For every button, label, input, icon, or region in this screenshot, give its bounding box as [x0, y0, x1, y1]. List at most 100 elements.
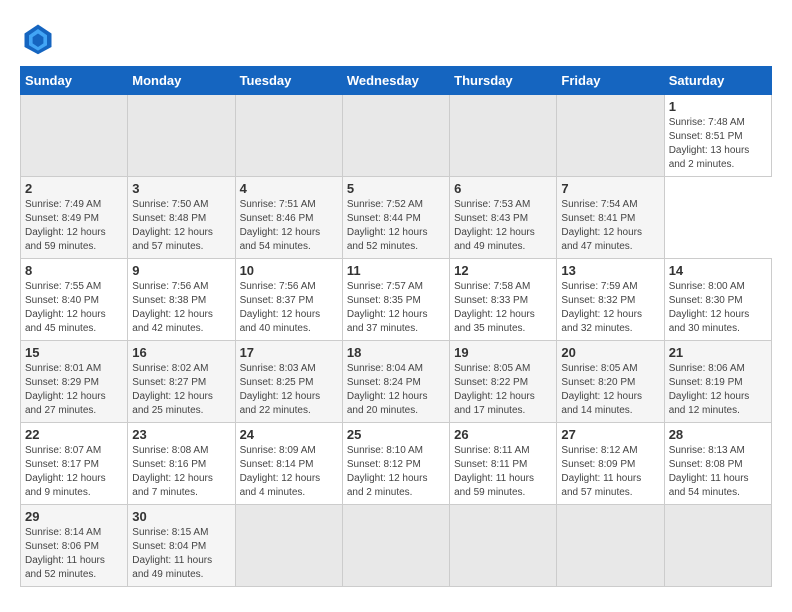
calendar-week-row: 22Sunrise: 8:07 AMSunset: 8:17 PMDayligh… [21, 423, 772, 505]
calendar-cell: 24 Sunrise: 8:09 AMSunset: 8:14 PMDayligh… [235, 423, 342, 505]
day-number: 26 [454, 427, 552, 442]
day-info: Sunrise: 7:58 AMSunset: 8:33 PMDaylight:… [454, 280, 552, 336]
header-day-saturday: Saturday [664, 67, 771, 95]
day-info: Sunrise: 8:00 AMSunset: 8:30 PMDaylight:… [669, 280, 767, 336]
calendar-cell [21, 95, 128, 177]
logo-icon [20, 20, 56, 56]
day-number: 15 [25, 345, 123, 360]
calendar-cell [342, 505, 449, 587]
calendar-week-row: 15 Sunrise: 8:01 AMSunset: 8:29 PMDayligh… [21, 341, 772, 423]
day-number: 30 [132, 509, 230, 524]
day-info: Sunrise: 8:05 AMSunset: 8:20 PMDaylight:… [561, 362, 659, 418]
day-info: Sunrise: 7:53 AMSunset: 8:43 PMDaylight:… [454, 198, 552, 254]
day-info: Sunrise: 8:12 AMSunset: 8:09 PMDaylight:… [561, 444, 659, 500]
day-number: 21 [669, 345, 767, 360]
calendar-cell: 9Sunrise: 7:56 AMSunset: 8:38 PMDaylight… [128, 259, 235, 341]
day-number: 1 [669, 99, 767, 114]
day-info: Sunrise: 8:05 AMSunset: 8:22 PMDaylight:… [454, 362, 552, 418]
day-info: Sunrise: 7:54 AMSunset: 8:41 PMDaylight:… [561, 198, 659, 254]
calendar-cell: 27Sunrise: 8:12 AMSunset: 8:09 PMDayligh… [557, 423, 664, 505]
calendar-cell [557, 95, 664, 177]
calendar-cell: 23 Sunrise: 8:08 AMSunset: 8:16 PMDayligh… [128, 423, 235, 505]
day-info: Sunrise: 8:14 AMSunset: 8:06 PMDaylight:… [25, 526, 123, 582]
day-info: Sunrise: 7:59 AMSunset: 8:32 PMDaylight:… [561, 280, 659, 336]
day-number: 14 [669, 263, 767, 278]
day-number: 8 [25, 263, 123, 278]
calendar-cell: 5 Sunrise: 7:52 AMSunset: 8:44 PMDaylight… [342, 177, 449, 259]
calendar-cell: 28Sunrise: 8:13 AMSunset: 8:08 PMDayligh… [664, 423, 771, 505]
day-info: Sunrise: 8:04 AMSunset: 8:24 PMDaylight:… [347, 362, 445, 418]
calendar-cell: 4 Sunrise: 7:51 AMSunset: 8:46 PMDaylight… [235, 177, 342, 259]
day-number: 20 [561, 345, 659, 360]
calendar-cell [235, 95, 342, 177]
calendar-cell [128, 95, 235, 177]
day-number: 28 [669, 427, 767, 442]
day-number: 3 [132, 181, 230, 196]
day-info: Sunrise: 7:50 AMSunset: 8:48 PMDaylight:… [132, 198, 230, 254]
calendar-cell: 25 Sunrise: 8:10 AMSunset: 8:12 PMDayligh… [342, 423, 449, 505]
day-info: Sunrise: 7:48 AMSunset: 8:51 PMDaylight:… [669, 116, 767, 172]
calendar-cell: 19Sunrise: 8:05 AMSunset: 8:22 PMDayligh… [450, 341, 557, 423]
calendar-cell: 8 Sunrise: 7:55 AMSunset: 8:40 PMDaylight… [21, 259, 128, 341]
day-info: Sunrise: 8:03 AMSunset: 8:25 PMDaylight:… [240, 362, 338, 418]
day-number: 2 [25, 181, 123, 196]
calendar-cell: 1 Sunrise: 7:48 AMSunset: 8:51 PMDaylight… [664, 95, 771, 177]
day-number: 7 [561, 181, 659, 196]
calendar-body: 1 Sunrise: 7:48 AMSunset: 8:51 PMDaylight… [21, 95, 772, 587]
day-number: 5 [347, 181, 445, 196]
day-number: 13 [561, 263, 659, 278]
day-number: 4 [240, 181, 338, 196]
day-info: Sunrise: 7:57 AMSunset: 8:35 PMDaylight:… [347, 280, 445, 336]
calendar-cell [557, 505, 664, 587]
calendar-week-row: 2Sunrise: 7:49 AMSunset: 8:49 PMDaylight… [21, 177, 772, 259]
day-info: Sunrise: 8:07 AMSunset: 8:17 PMDaylight:… [25, 444, 123, 500]
day-number: 11 [347, 263, 445, 278]
calendar-cell: 14 Sunrise: 8:00 AMSunset: 8:30 PMDayligh… [664, 259, 771, 341]
day-info: Sunrise: 8:02 AMSunset: 8:27 PMDaylight:… [132, 362, 230, 418]
day-info: Sunrise: 8:15 AMSunset: 8:04 PMDaylight:… [132, 526, 230, 582]
day-number: 23 [132, 427, 230, 442]
calendar-cell: 11 Sunrise: 7:57 AMSunset: 8:35 PMDayligh… [342, 259, 449, 341]
day-number: 10 [240, 263, 338, 278]
calendar-cell: 15 Sunrise: 8:01 AMSunset: 8:29 PMDayligh… [21, 341, 128, 423]
calendar-cell [235, 505, 342, 587]
calendar-cell [664, 505, 771, 587]
header-day-wednesday: Wednesday [342, 67, 449, 95]
calendar-cell: 29 Sunrise: 8:14 AMSunset: 8:06 PMDayligh… [21, 505, 128, 587]
day-number: 25 [347, 427, 445, 442]
day-number: 29 [25, 509, 123, 524]
day-info: Sunrise: 7:55 AMSunset: 8:40 PMDaylight:… [25, 280, 123, 336]
day-info: Sunrise: 8:11 AMSunset: 8:11 PMDaylight:… [454, 444, 552, 500]
calendar-cell [450, 505, 557, 587]
calendar-cell: 22Sunrise: 8:07 AMSunset: 8:17 PMDayligh… [21, 423, 128, 505]
day-info: Sunrise: 7:52 AMSunset: 8:44 PMDaylight:… [347, 198, 445, 254]
day-info: Sunrise: 8:09 AMSunset: 8:14 PMDaylight:… [240, 444, 338, 500]
day-number: 24 [240, 427, 338, 442]
day-number: 6 [454, 181, 552, 196]
calendar-cell: 18Sunrise: 8:04 AMSunset: 8:24 PMDayligh… [342, 341, 449, 423]
day-info: Sunrise: 7:51 AMSunset: 8:46 PMDaylight:… [240, 198, 338, 254]
calendar-cell: 30 Sunrise: 8:15 AMSunset: 8:04 PMDayligh… [128, 505, 235, 587]
day-number: 17 [240, 345, 338, 360]
calendar-cell: 3 Sunrise: 7:50 AMSunset: 8:48 PMDaylight… [128, 177, 235, 259]
calendar-cell [342, 95, 449, 177]
day-info: Sunrise: 8:08 AMSunset: 8:16 PMDaylight:… [132, 444, 230, 500]
header-day-sunday: Sunday [21, 67, 128, 95]
calendar-cell: 16 Sunrise: 8:02 AMSunset: 8:27 PMDayligh… [128, 341, 235, 423]
calendar-week-row: 8 Sunrise: 7:55 AMSunset: 8:40 PMDaylight… [21, 259, 772, 341]
day-info: Sunrise: 8:01 AMSunset: 8:29 PMDaylight:… [25, 362, 123, 418]
calendar-cell [450, 95, 557, 177]
calendar-cell: 20 Sunrise: 8:05 AMSunset: 8:20 PMDayligh… [557, 341, 664, 423]
calendar-week-row: 29 Sunrise: 8:14 AMSunset: 8:06 PMDayligh… [21, 505, 772, 587]
day-number: 16 [132, 345, 230, 360]
header-day-thursday: Thursday [450, 67, 557, 95]
header-day-monday: Monday [128, 67, 235, 95]
calendar-cell: 10Sunrise: 7:56 AMSunset: 8:37 PMDayligh… [235, 259, 342, 341]
calendar-cell: 12Sunrise: 7:58 AMSunset: 8:33 PMDayligh… [450, 259, 557, 341]
calendar-cell: 17 Sunrise: 8:03 AMSunset: 8:25 PMDayligh… [235, 341, 342, 423]
day-info: Sunrise: 8:10 AMSunset: 8:12 PMDaylight:… [347, 444, 445, 500]
calendar-cell: 21Sunrise: 8:06 AMSunset: 8:19 PMDayligh… [664, 341, 771, 423]
calendar-cell: 26 Sunrise: 8:11 AMSunset: 8:11 PMDayligh… [450, 423, 557, 505]
calendar-week-row: 1 Sunrise: 7:48 AMSunset: 8:51 PMDaylight… [21, 95, 772, 177]
logo [20, 20, 60, 56]
